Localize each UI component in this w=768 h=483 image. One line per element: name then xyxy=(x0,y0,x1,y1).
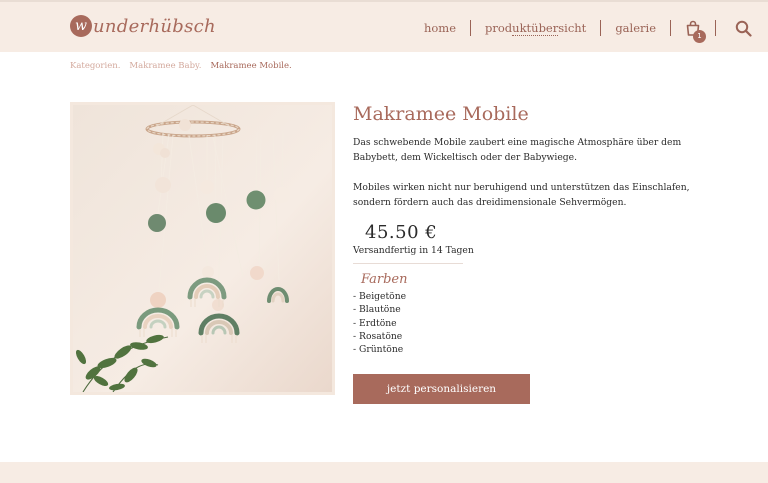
breadcrumb-item-categories[interactable]: Kategorien. xyxy=(70,61,120,71)
product-description-1: Das schwebende Mobile zaubert eine magis… xyxy=(353,137,682,163)
site-logo[interactable]: w underhübsch xyxy=(70,15,216,37)
nav-link-products-highlight: uktüber xyxy=(512,21,559,36)
color-option: - Grüntöne xyxy=(353,344,404,356)
nav-link-products[interactable]: produktübersicht xyxy=(471,21,600,36)
color-option: - Rosatöne xyxy=(353,330,403,342)
nav-link-gallery[interactable]: galerie xyxy=(601,21,670,35)
search-icon xyxy=(735,20,752,37)
cart-count-badge: 1 xyxy=(693,30,706,43)
nav-link-products-suffix: sicht xyxy=(558,21,587,35)
site-header: w underhübsch home produktübersicht gale… xyxy=(0,0,768,52)
product-title: Makramee Mobile xyxy=(353,103,529,125)
color-option: - Erdtöne xyxy=(353,317,397,329)
divider xyxy=(353,263,463,264)
color-option: - Blautöne xyxy=(353,304,401,316)
shipping-info: Versandfertig in 14 Tagen xyxy=(353,245,474,256)
product-details: Makramee Mobile Das schwebende Mobile za… xyxy=(353,102,703,405)
logo-badge: w xyxy=(70,15,92,37)
color-option: - Beigetöne xyxy=(353,291,407,302)
site-footer xyxy=(0,462,768,483)
main-nav: home produktübersicht galerie 1 xyxy=(410,2,752,54)
personalize-button[interactable]: jetzt personalisieren xyxy=(353,374,530,405)
breadcrumb-item-current: Makramee Mobile. xyxy=(210,61,292,71)
colors-heading: Farben xyxy=(361,272,408,287)
breadcrumb-item-macrame-baby[interactable]: Makramee Baby. xyxy=(129,61,201,71)
logo-text: underhübsch xyxy=(93,15,216,37)
breadcrumb: Kategorien. Makramee Baby. Makramee Mobi… xyxy=(70,61,292,71)
color-list: - Beigetöne - Blautöne - Erdtöne - Rosat… xyxy=(353,290,703,356)
search-button[interactable] xyxy=(716,16,752,40)
product-description-2: Mobiles wirken nicht nur beruhigend und … xyxy=(353,182,690,208)
nav-link-products-prefix: prod xyxy=(485,21,513,35)
product-price: 45.50 € xyxy=(365,222,438,243)
nav-link-home[interactable]: home xyxy=(410,21,470,35)
product-image[interactable] xyxy=(73,104,332,393)
product-image-frame xyxy=(70,102,335,395)
cart-button[interactable]: 1 xyxy=(671,16,715,43)
